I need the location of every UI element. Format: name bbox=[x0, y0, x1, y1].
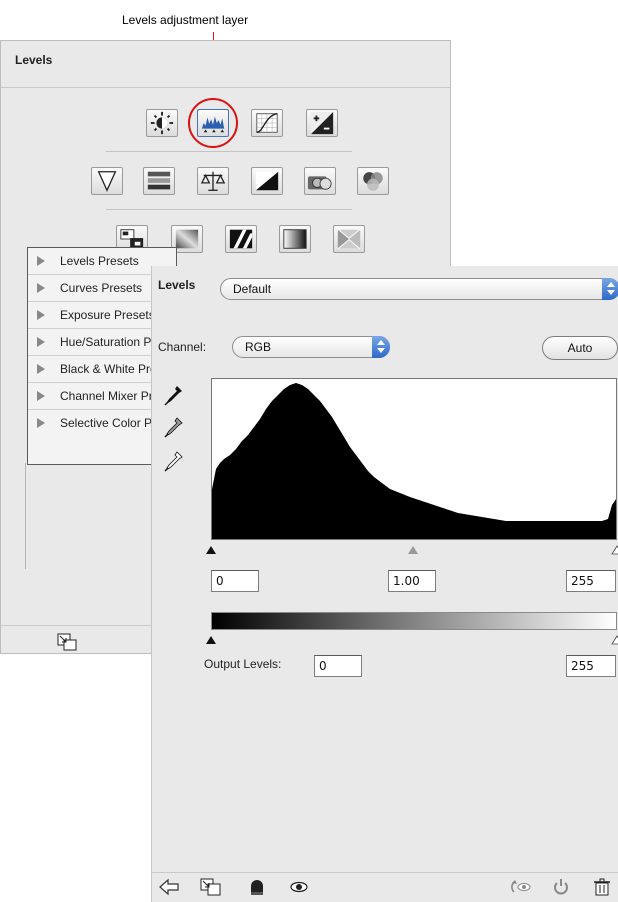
brightness-contrast-icon bbox=[150, 111, 174, 135]
input-white-field[interactable]: 255 bbox=[566, 570, 616, 592]
back-arrow-icon bbox=[159, 878, 179, 896]
channel-dropdown-value: RGB bbox=[245, 340, 272, 354]
levels-properties-panel: Levels Default Channel: RGB Auto 0 1.00 … bbox=[151, 266, 618, 902]
histogram-graph bbox=[212, 383, 616, 539]
black-point-eyedropper-icon bbox=[164, 386, 182, 406]
panel-title: Levels bbox=[15, 53, 53, 67]
black-white-button[interactable] bbox=[251, 167, 283, 195]
channel-label: Channel: bbox=[158, 340, 207, 354]
disclosure-triangle-icon bbox=[37, 337, 45, 347]
mask-button[interactable] bbox=[246, 878, 268, 896]
preset-label: Levels Presets bbox=[60, 254, 139, 268]
input-gamma-field[interactable]: 1.00 bbox=[388, 570, 436, 592]
selective-color-icon bbox=[337, 229, 361, 249]
preset-label: Curves Presets bbox=[60, 281, 143, 295]
back-button[interactable] bbox=[158, 878, 180, 896]
dropdown-stepper-icon bbox=[602, 278, 618, 300]
curves-button[interactable] bbox=[251, 109, 283, 137]
gray-point-eyedropper-icon bbox=[164, 417, 183, 438]
row-divider bbox=[106, 151, 352, 152]
black-point-eyedropper[interactable] bbox=[164, 384, 184, 406]
curves-icon bbox=[256, 113, 278, 133]
exposure-button[interactable] bbox=[306, 109, 338, 137]
mask-icon bbox=[251, 880, 263, 895]
clip-to-layer-icon bbox=[57, 633, 77, 651]
output-slider-handles bbox=[206, 635, 618, 645]
output-slider[interactable] bbox=[204, 632, 618, 646]
disclosure-triangle-icon bbox=[37, 391, 45, 401]
presets-frame-line bbox=[25, 463, 26, 569]
view-previous-button[interactable] bbox=[510, 878, 532, 896]
photo-filter-button[interactable] bbox=[304, 167, 336, 195]
channel-dropdown[interactable]: RGB bbox=[232, 336, 390, 358]
preset-dropdown[interactable]: Default bbox=[220, 278, 618, 300]
vibrance-icon bbox=[97, 171, 117, 192]
output-white-field[interactable]: 255 bbox=[566, 655, 616, 677]
levels-label: Levels bbox=[158, 278, 196, 292]
auto-button[interactable]: Auto bbox=[542, 336, 618, 360]
visibility-eye-icon bbox=[290, 881, 308, 893]
channel-mixer-icon bbox=[363, 172, 383, 191]
histogram bbox=[211, 378, 617, 540]
delete-button[interactable] bbox=[592, 878, 612, 896]
panel-footer-divider bbox=[152, 872, 618, 873]
selective-color-button[interactable] bbox=[333, 225, 365, 253]
view-previous-icon bbox=[511, 880, 531, 893]
input-slider[interactable] bbox=[204, 542, 618, 556]
disclosure-triangle-icon bbox=[37, 283, 45, 293]
gradient-map-icon bbox=[283, 229, 307, 249]
disclosure-triangle-icon bbox=[37, 256, 45, 266]
input-slider-handles bbox=[206, 545, 618, 555]
output-gradient-bar bbox=[211, 612, 617, 630]
levels-highlight-circle bbox=[188, 98, 238, 148]
preset-dropdown-value: Default bbox=[233, 282, 272, 296]
disclosure-triangle-icon bbox=[37, 310, 45, 320]
gray-point-eyedropper[interactable] bbox=[164, 416, 184, 438]
white-point-eyedropper-icon bbox=[164, 451, 183, 472]
dropdown-stepper-icon bbox=[372, 336, 390, 358]
panel-title-divider bbox=[1, 87, 450, 88]
disclosure-triangle-icon bbox=[37, 418, 45, 428]
photo-filter-icon bbox=[307, 176, 332, 190]
disclosure-triangle-icon bbox=[37, 364, 45, 374]
threshold-button[interactable] bbox=[225, 225, 257, 253]
color-balance-button[interactable] bbox=[197, 167, 229, 195]
clip-to-layer-button[interactable] bbox=[200, 878, 222, 896]
clip-to-layer-icon bbox=[200, 878, 221, 896]
vibrance-button[interactable] bbox=[91, 167, 123, 195]
gradient-map-button[interactable] bbox=[279, 225, 311, 253]
reset-button[interactable] bbox=[550, 878, 572, 896]
output-black-field[interactable]: 0 bbox=[314, 655, 362, 677]
row-divider bbox=[106, 209, 352, 210]
annotation-label: Levels adjustment layer bbox=[122, 13, 249, 27]
clip-to-layer-button[interactable] bbox=[57, 633, 77, 651]
channel-mixer-button[interactable] bbox=[357, 167, 389, 195]
black-white-icon bbox=[255, 171, 279, 191]
trash-icon bbox=[594, 878, 610, 896]
visibility-toggle[interactable] bbox=[288, 878, 310, 896]
input-black-field[interactable]: 0 bbox=[211, 570, 259, 592]
white-point-eyedropper[interactable] bbox=[164, 450, 184, 472]
exposure-icon bbox=[310, 111, 334, 135]
brightness-contrast-button[interactable] bbox=[146, 109, 178, 137]
preset-label: Exposure Presets bbox=[60, 308, 155, 322]
output-levels-label: Output Levels: bbox=[204, 657, 282, 671]
color-balance-icon bbox=[200, 171, 226, 191]
hue-saturation-icon bbox=[147, 171, 171, 190]
hue-saturation-button[interactable] bbox=[143, 167, 175, 195]
threshold-icon bbox=[229, 229, 253, 249]
reset-icon bbox=[554, 879, 568, 895]
